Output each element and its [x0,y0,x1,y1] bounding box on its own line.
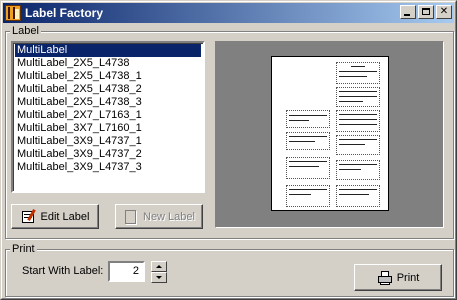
label-factory-window: Label Factory ✕ Label MultiLabel MultiLab… [0,0,457,300]
new-label-icon [123,209,139,225]
title-buttons: ✕ [400,5,452,19]
preview-label [336,110,380,132]
list-item[interactable]: MultiLabel_2X5_L4738_2 [15,83,201,96]
start-with-label-caption: Start With Label: [22,265,104,277]
app-icon[interactable] [5,5,21,21]
preview-label [286,110,330,128]
preview-label [336,135,380,155]
list-item[interactable]: MultiLabel_2X5_L4738 [15,57,201,70]
close-icon: ✕ [439,6,449,17]
list-item[interactable]: MultiLabel_2X7_L7163_1 [15,109,201,122]
title-bar[interactable]: Label Factory ✕ [3,3,454,23]
edit-label-icon [21,208,37,225]
list-item[interactable]: MultiLabel_3X7_L7160_1 [15,122,201,135]
minimize-button[interactable] [400,5,416,19]
list-item[interactable]: MultiLabel_2X5_L4738_1 [15,70,201,83]
preview-label [286,132,330,150]
list-item[interactable]: MultiLabel_2X5_L4738_3 [15,96,201,109]
preview-label [336,160,380,180]
label-preview [215,41,444,228]
list-item[interactable]: MultiLabel_3X9_L4737_3 [15,161,201,174]
preview-label [286,157,330,179]
close-button[interactable]: ✕ [436,5,452,19]
preview-label [286,185,330,207]
print-button[interactable]: Print [354,264,442,291]
preview-label [336,87,380,107]
maximize-button[interactable] [418,5,434,19]
print-text: Print [396,271,420,284]
arrow-down-icon [156,276,162,279]
spin-up-button[interactable] [151,261,167,272]
edit-label-button[interactable]: Edit Label [11,204,99,229]
edit-label-text: Edit Label [40,210,90,223]
preview-page [271,56,389,211]
minimize-icon [404,14,410,16]
spin-down-button[interactable] [151,272,167,283]
new-label-button[interactable]: New Label [115,204,203,229]
new-label-text: New Label [143,210,195,223]
maximize-icon [422,8,430,15]
preview-label [336,185,380,207]
printer-icon [377,270,393,286]
print-group-legend: Print [10,243,37,255]
start-label-spinner [151,261,167,283]
preview-label [336,62,380,84]
app-icon-glyph-right [15,9,19,19]
window-title: Label Factory [25,6,104,20]
list-item[interactable]: MultiLabel [15,44,201,57]
list-item[interactable]: MultiLabel_3X9_L4737_1 [15,135,201,148]
label-group-legend: Label [10,25,41,37]
start-label-input[interactable]: 2 [108,261,145,282]
arrow-up-icon [156,265,162,268]
app-icon-glyph-left [8,7,15,19]
label-list[interactable]: MultiLabel MultiLabel_2X5_L4738 MultiLabel… [11,41,205,193]
list-item[interactable]: MultiLabel_3X9_L4737_2 [15,148,201,161]
